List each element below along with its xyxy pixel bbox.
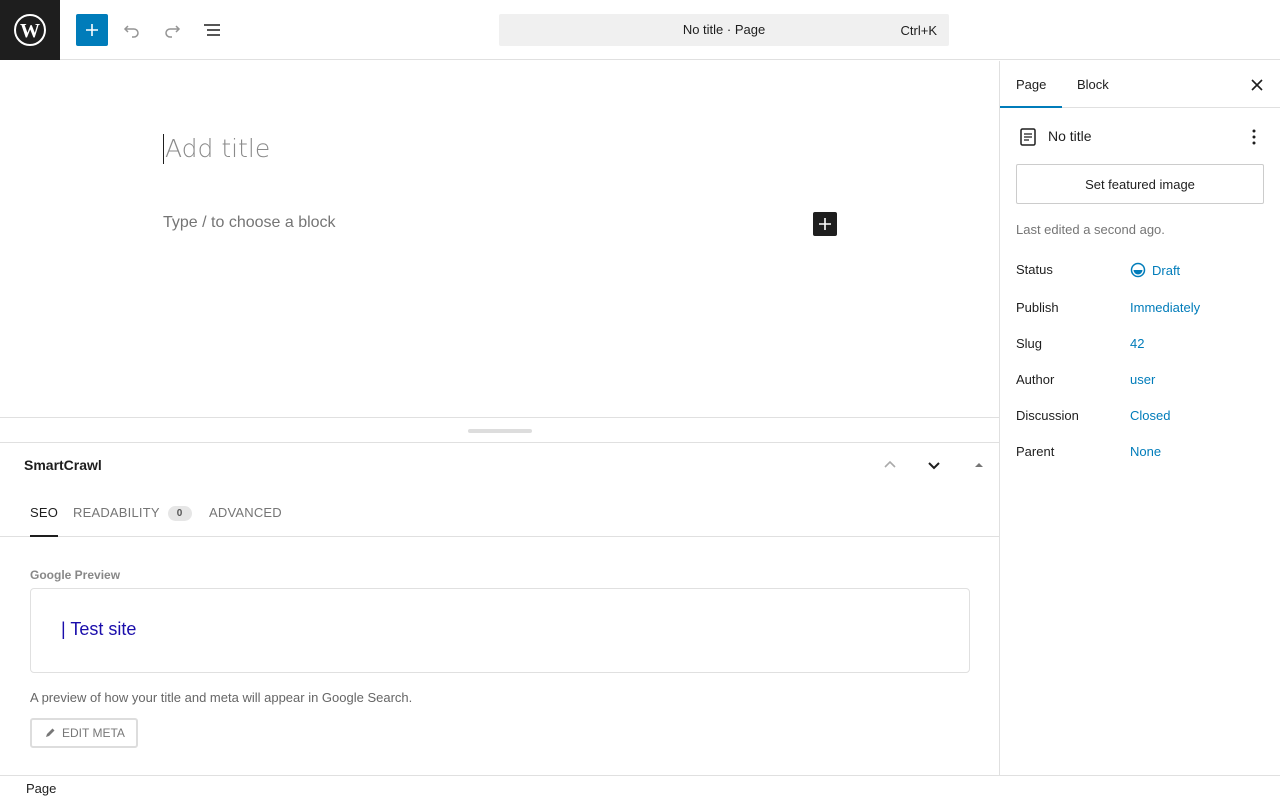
smartcrawl-metabox: SmartCrawl SEO READABILITY 0 ADVANCED Goo… — [0, 443, 999, 775]
last-edited-text: Last edited a second ago. — [1016, 222, 1165, 237]
command-shortcut: Ctrl+K — [900, 23, 937, 38]
inline-add-block-button[interactable] — [813, 212, 837, 236]
move-up-button[interactable] — [876, 453, 904, 477]
parent-button[interactable]: None — [1130, 444, 1161, 459]
redo-button[interactable] — [156, 14, 188, 46]
tab-page[interactable]: Page — [1000, 61, 1063, 108]
google-preview-link: | Test site — [61, 619, 137, 639]
more-options-button[interactable] — [1242, 125, 1266, 149]
add-block-button[interactable] — [76, 14, 108, 46]
set-featured-image-button[interactable]: Set featured image — [1016, 164, 1264, 204]
status-dropdown[interactable]: Draft — [1130, 262, 1180, 278]
move-down-button[interactable] — [920, 453, 948, 477]
plus-icon — [819, 218, 831, 230]
google-preview-description: A preview of how your title and meta wil… — [30, 690, 413, 705]
document-title: No title · Page — [682, 22, 766, 37]
edit-meta-button[interactable]: EDIT META — [30, 718, 138, 748]
undo-icon — [123, 25, 139, 38]
redo-icon — [165, 25, 181, 38]
tab-readability[interactable]: READABILITY 0 — [73, 505, 192, 537]
document-title: No title — [1048, 128, 1092, 144]
toggle-panel-button[interactable] — [965, 453, 993, 477]
chevron-up-icon — [884, 460, 896, 468]
property-slug: Slug 42 — [1016, 336, 1266, 356]
property-publish: Publish Immediately — [1016, 300, 1266, 320]
tab-label: Block — [1077, 77, 1109, 92]
property-value: Draft — [1152, 262, 1181, 278]
sidebar-tabs: Page Block — [1000, 61, 1280, 108]
editor-header: W No title · Page Ctrl+K — [0, 0, 1280, 60]
page-icon — [1020, 128, 1036, 146]
more-vertical-icon — [1252, 129, 1256, 145]
publish-date-button[interactable]: Immediately — [1130, 300, 1200, 315]
draft-status-icon — [1130, 262, 1146, 278]
settings-sidebar: Page Block No title Set featured image L… — [999, 61, 1280, 775]
breadcrumb[interactable]: Page — [26, 781, 56, 796]
google-preview-box: | Test site — [30, 588, 970, 673]
tab-advanced[interactable]: ADVANCED — [209, 505, 282, 537]
property-status: Status Draft — [1016, 262, 1266, 282]
edit-meta-label: EDIT META — [62, 726, 125, 740]
document-summary: No title — [1016, 125, 1266, 147]
property-label: Status — [1016, 262, 1053, 277]
tab-label: SEO — [30, 505, 59, 520]
property-label: Discussion — [1016, 408, 1079, 423]
block-placeholder[interactable]: Type / to choose a block — [163, 214, 336, 232]
metabox-tabs: SEO READABILITY 0 ADVANCED — [0, 493, 999, 537]
editor-footer: Page — [0, 775, 1280, 800]
readability-badge: 0 — [167, 506, 192, 521]
undo-button[interactable] — [116, 14, 148, 46]
author-button[interactable]: user — [1130, 372, 1155, 387]
slug-button[interactable]: 42 — [1130, 336, 1144, 351]
wordpress-logo-icon[interactable]: W — [0, 0, 60, 60]
tab-label: Page — [1016, 77, 1047, 92]
title-input[interactable]: Add title — [163, 134, 270, 164]
discussion-button[interactable]: Closed — [1130, 408, 1170, 423]
list-view-icon — [204, 24, 220, 36]
tab-label: ADVANCED — [209, 505, 282, 520]
caret-up-icon — [975, 463, 983, 467]
property-discussion: Discussion Closed — [1016, 408, 1266, 428]
property-author: Author user — [1016, 372, 1266, 392]
close-sidebar-button[interactable] — [1245, 73, 1269, 97]
property-label: Parent — [1016, 444, 1055, 459]
resize-handle[interactable] — [468, 429, 532, 433]
property-label: Slug — [1016, 336, 1043, 351]
svg-text:W: W — [20, 20, 40, 42]
close-icon — [1251, 79, 1263, 91]
metabox-title: SmartCrawl — [24, 457, 102, 473]
tab-block[interactable]: Block — [1061, 61, 1125, 108]
tab-label: READABILITY — [73, 505, 160, 520]
chevron-down-icon — [928, 462, 940, 470]
property-label: Publish — [1016, 300, 1059, 315]
property-parent: Parent None — [1016, 444, 1266, 464]
metabox-resize-area — [0, 417, 999, 443]
editor-canvas: Add title Type / to choose a block — [0, 61, 999, 417]
property-label: Author — [1016, 372, 1055, 387]
list-view-button[interactable] — [196, 14, 228, 46]
command-palette-bar[interactable]: No title · Page Ctrl+K — [499, 14, 949, 46]
tab-seo[interactable]: SEO — [30, 505, 59, 537]
plus-icon — [86, 24, 98, 36]
google-preview-label: Google Preview — [30, 568, 121, 582]
pencil-icon — [46, 728, 55, 737]
